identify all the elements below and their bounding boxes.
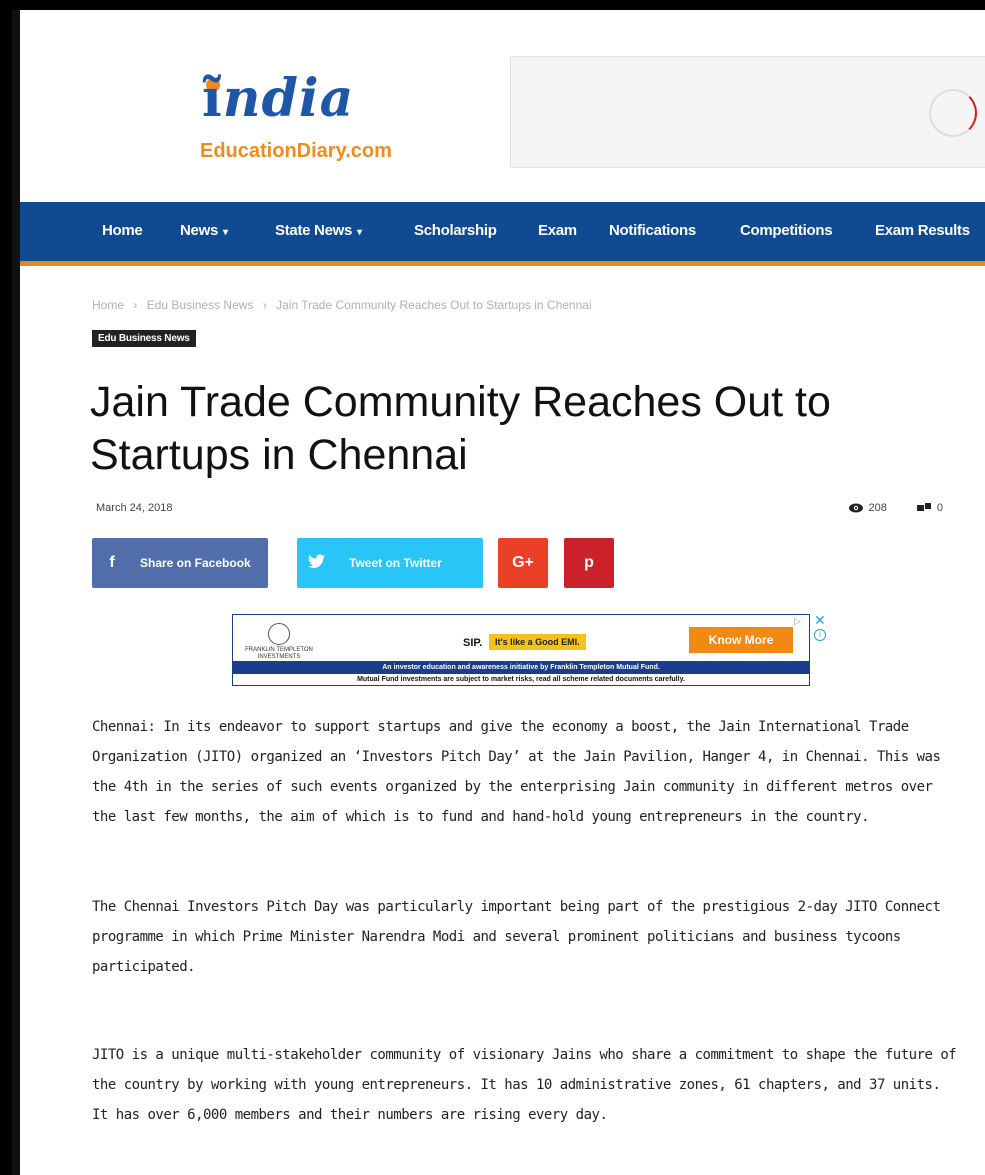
twitter-icon — [297, 553, 337, 573]
breadcrumb: Home › Edu Business News › Jain Trade Co… — [92, 298, 592, 312]
nav-item-exam-results[interactable]: Exam Results — [875, 222, 970, 239]
article-paragraph: Chennai: In its endeavor to support star… — [92, 719, 941, 825]
share-pinterest-button[interactable]: p — [564, 538, 614, 588]
page: ĩndia EducationDiary.com Home News ▾ Stat… — [20, 10, 985, 1175]
browser-frame: ĩndia EducationDiary.com Home News ▾ Stat… — [12, 10, 985, 1175]
breadcrumb-separator: › — [262, 298, 267, 312]
breadcrumb-current: Jain Trade Community Reaches Out to Star… — [276, 298, 592, 312]
nav-item-scholarship[interactable]: Scholarship — [414, 222, 497, 239]
nav-item-state-news[interactable]: State News ▾ — [275, 222, 362, 239]
site-logo[interactable]: ĩndia EducationDiary.com — [182, 68, 422, 178]
ad-sip-tag: It's like a Good EMI. — [489, 634, 586, 650]
nav-item-competitions[interactable]: Competitions — [740, 222, 833, 239]
share-facebook-button[interactable]: f Share on Facebook — [92, 538, 268, 588]
pinterest-icon: p — [584, 554, 594, 571]
ad-disclaimer-line-1: An investor education and awareness init… — [233, 661, 809, 674]
comment-icon — [916, 503, 931, 511]
chevron-down-icon: ▾ — [357, 227, 362, 238]
ad-choices-icon[interactable]: ▷ — [794, 616, 801, 627]
share-facebook-label: Share on Facebook — [140, 556, 251, 570]
logo-domain-text: EducationDiary.com — [200, 140, 392, 162]
tweet-twitter-label: Tweet on Twitter — [349, 556, 442, 570]
eye-icon — [848, 503, 863, 513]
facebook-icon: f — [109, 554, 115, 571]
inline-advertisement[interactable]: FRANKLIN TEMPLETON INVESTMENTS SIP. It's… — [232, 614, 810, 686]
ad-controls: ✕ i — [814, 613, 828, 643]
breadcrumb-category-link[interactable]: Edu Business News — [147, 298, 254, 312]
nav-item-notifications[interactable]: Notifications — [609, 222, 696, 239]
article-date: March 24, 2018 — [96, 502, 173, 514]
article-paragraph: JITO is a unique multi-stakeholder commu… — [92, 1047, 957, 1123]
tweet-twitter-button[interactable]: Tweet on Twitter — [297, 538, 483, 588]
logo-india-text: ĩndia — [202, 68, 355, 129]
googleplus-icon: G+ — [512, 554, 534, 571]
share-googleplus-button[interactable]: G+ — [498, 538, 548, 588]
ad-brand-logo: FRANKLIN TEMPLETON INVESTMENTS — [239, 623, 319, 661]
ad-seal-icon — [268, 623, 290, 645]
category-tag[interactable]: Edu Business News — [92, 330, 196, 347]
view-count: 208 — [868, 502, 887, 514]
ad-disclaimer-line-2: Mutual Fund investments are subject to m… — [357, 676, 685, 683]
ad-info-icon[interactable]: i — [814, 629, 826, 641]
article-paragraph: The Chennai Investors Pitch Day was part… — [92, 899, 941, 975]
ad-sip-text: SIP. — [463, 637, 483, 649]
breadcrumb-home-link[interactable]: Home — [92, 298, 124, 312]
article-stats: 208 0 — [848, 502, 943, 514]
ad-know-more-button[interactable]: Know More — [689, 627, 793, 653]
loading-spinner-icon — [929, 89, 977, 137]
article-title: Jain Trade Community Reaches Out to Star… — [90, 378, 831, 479]
main-navigation: Home News ▾ State News ▾ Scholarship Exam … — [20, 202, 985, 266]
header-ad-slot — [510, 56, 985, 168]
chevron-down-icon: ▾ — [223, 227, 228, 238]
nav-item-exam[interactable]: Exam — [538, 222, 577, 239]
comment-count[interactable]: 0 — [937, 502, 943, 514]
ad-close-icon[interactable]: ✕ — [814, 613, 828, 627]
nav-item-home[interactable]: Home — [102, 222, 143, 239]
nav-item-news[interactable]: News ▾ — [180, 222, 228, 239]
breadcrumb-separator: › — [133, 298, 138, 312]
